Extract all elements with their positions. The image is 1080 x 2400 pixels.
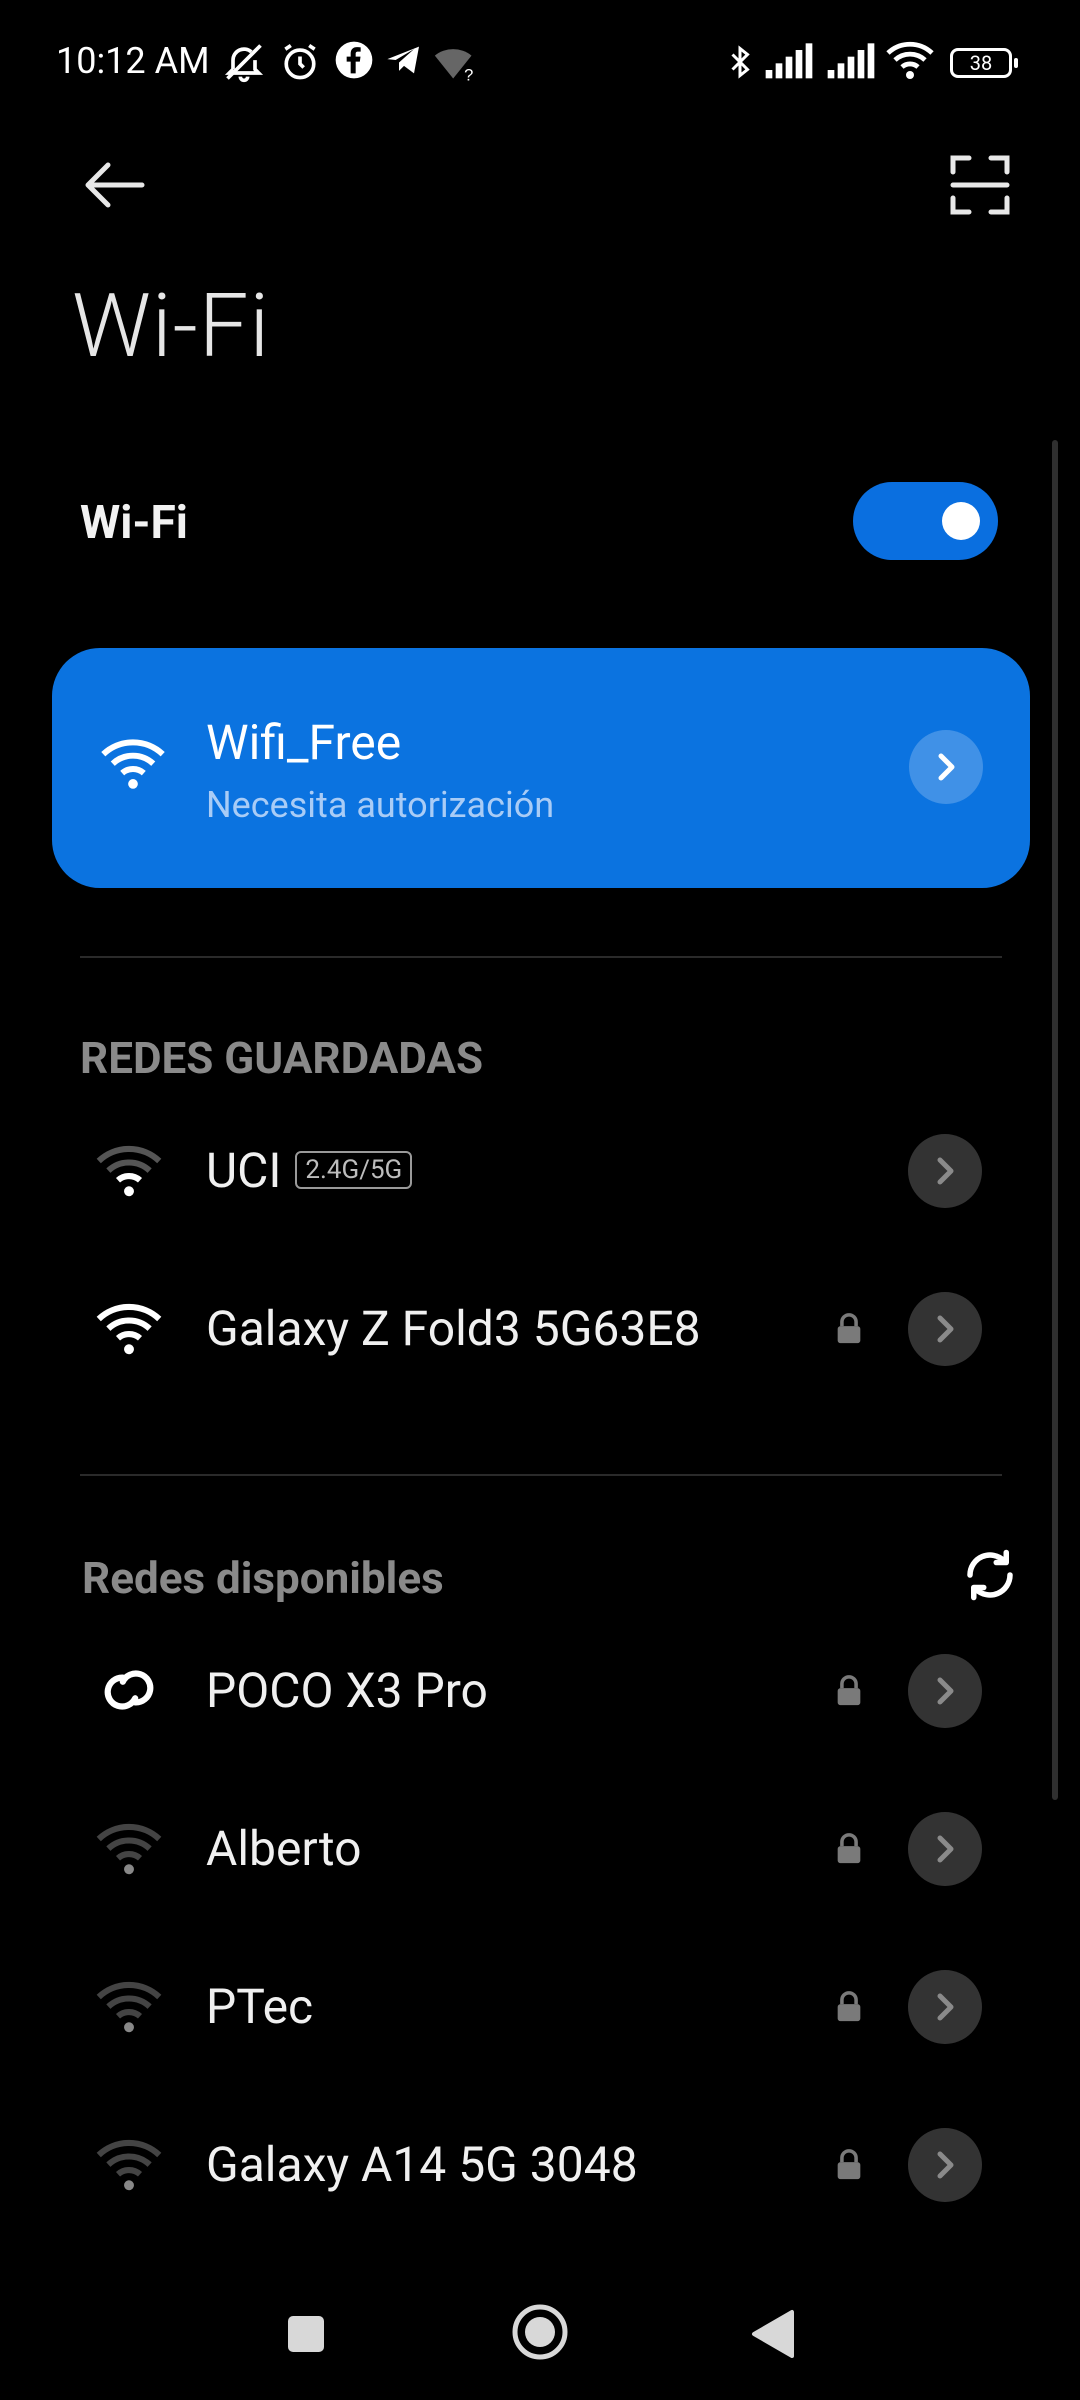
hotspot-link-icon xyxy=(104,1670,154,1710)
wifi-toggle-label: Wi-Fi xyxy=(80,496,188,550)
wifi-icon xyxy=(886,41,934,79)
chevron-right-icon[interactable] xyxy=(908,1134,982,1208)
lock-icon xyxy=(837,1313,861,1344)
saved-network-row[interactable]: UCI 2.4G/5G xyxy=(0,1106,1080,1236)
facebook-icon xyxy=(335,41,373,79)
toggle-knob xyxy=(942,502,980,540)
signal-icon xyxy=(765,43,813,79)
network-name-text: UCI xyxy=(206,1142,282,1199)
refresh-icon[interactable] xyxy=(960,1545,1020,1605)
telegram-icon xyxy=(387,46,419,74)
back-arrow-icon[interactable] xyxy=(70,140,160,230)
status-time: 10:12 AM xyxy=(56,40,210,82)
navigation-bar xyxy=(0,2270,1080,2400)
chevron-right-icon[interactable] xyxy=(908,2128,982,2202)
available-network-row[interactable]: Galaxy A14 5G 3048 xyxy=(0,2100,1080,2230)
home-circle-icon[interactable] xyxy=(510,2302,570,2362)
network-name: UCI 2.4G/5G xyxy=(206,1142,413,1199)
status-bar: 10:12 AM ? 38 xyxy=(0,0,1080,120)
lock-icon xyxy=(837,2149,861,2180)
connected-network-card[interactable]: Wifi_Free Necesita autorización xyxy=(52,648,1030,888)
available-network-row[interactable]: PTec xyxy=(0,1942,1080,2072)
network-name: Galaxy A14 5G 3048 xyxy=(206,2136,638,2193)
qr-scan-icon[interactable] xyxy=(935,140,1025,230)
wifi-icon xyxy=(101,739,165,789)
divider xyxy=(80,956,1002,958)
divider xyxy=(80,1474,1002,1476)
connected-network-status: Necesita autorización xyxy=(206,784,555,826)
wifi-toggle-switch[interactable] xyxy=(853,482,998,560)
svg-text:?: ? xyxy=(464,66,473,84)
signal-icon xyxy=(827,43,875,79)
chevron-right-icon[interactable] xyxy=(909,730,983,804)
chevron-right-icon[interactable] xyxy=(908,1970,982,2044)
network-name: PTec xyxy=(206,1978,314,2035)
battery-icon: 38 xyxy=(950,48,1018,78)
lock-icon xyxy=(837,1675,861,1706)
bluetooth-icon xyxy=(731,45,750,79)
recents-square-icon[interactable] xyxy=(286,2314,326,2354)
chevron-right-icon[interactable] xyxy=(908,1654,982,1728)
page-title: Wi-Fi xyxy=(72,275,271,378)
available-network-row[interactable]: Alberto xyxy=(0,1784,1080,1914)
wifi-weak-icon xyxy=(96,1146,162,1197)
lock-icon xyxy=(837,1991,861,2022)
back-triangle-icon[interactable] xyxy=(750,2308,796,2360)
saved-network-row[interactable]: Galaxy Z Fold3 5G63E8 xyxy=(0,1264,1080,1394)
alarm-icon xyxy=(284,43,316,80)
chevron-right-icon[interactable] xyxy=(908,1812,982,1886)
chevron-right-icon[interactable] xyxy=(908,1292,982,1366)
saved-networks-heading: REDES GUARDADAS xyxy=(80,1032,484,1084)
wifi-weak-icon xyxy=(96,1982,162,2033)
lock-icon xyxy=(837,1833,861,1864)
scrollbar[interactable] xyxy=(1052,440,1058,1800)
wifi-weak-icon xyxy=(96,1824,162,1875)
wifi-unknown-icon: ? xyxy=(434,49,473,84)
available-network-row[interactable]: POCO X3 Pro xyxy=(0,1626,1080,1756)
connected-network-name: Wifi_Free xyxy=(206,714,402,771)
wifi-weak-icon xyxy=(96,2140,162,2191)
network-name: Alberto xyxy=(206,1820,362,1877)
network-name: POCO X3 Pro xyxy=(206,1662,488,1719)
band-badge: 2.4G/5G xyxy=(295,1151,413,1190)
available-networks-heading: Redes disponibles xyxy=(82,1552,444,1604)
bell-off-icon xyxy=(224,44,264,83)
wifi-icon xyxy=(96,1304,162,1355)
network-name: Galaxy Z Fold3 5G63E8 xyxy=(206,1300,701,1357)
